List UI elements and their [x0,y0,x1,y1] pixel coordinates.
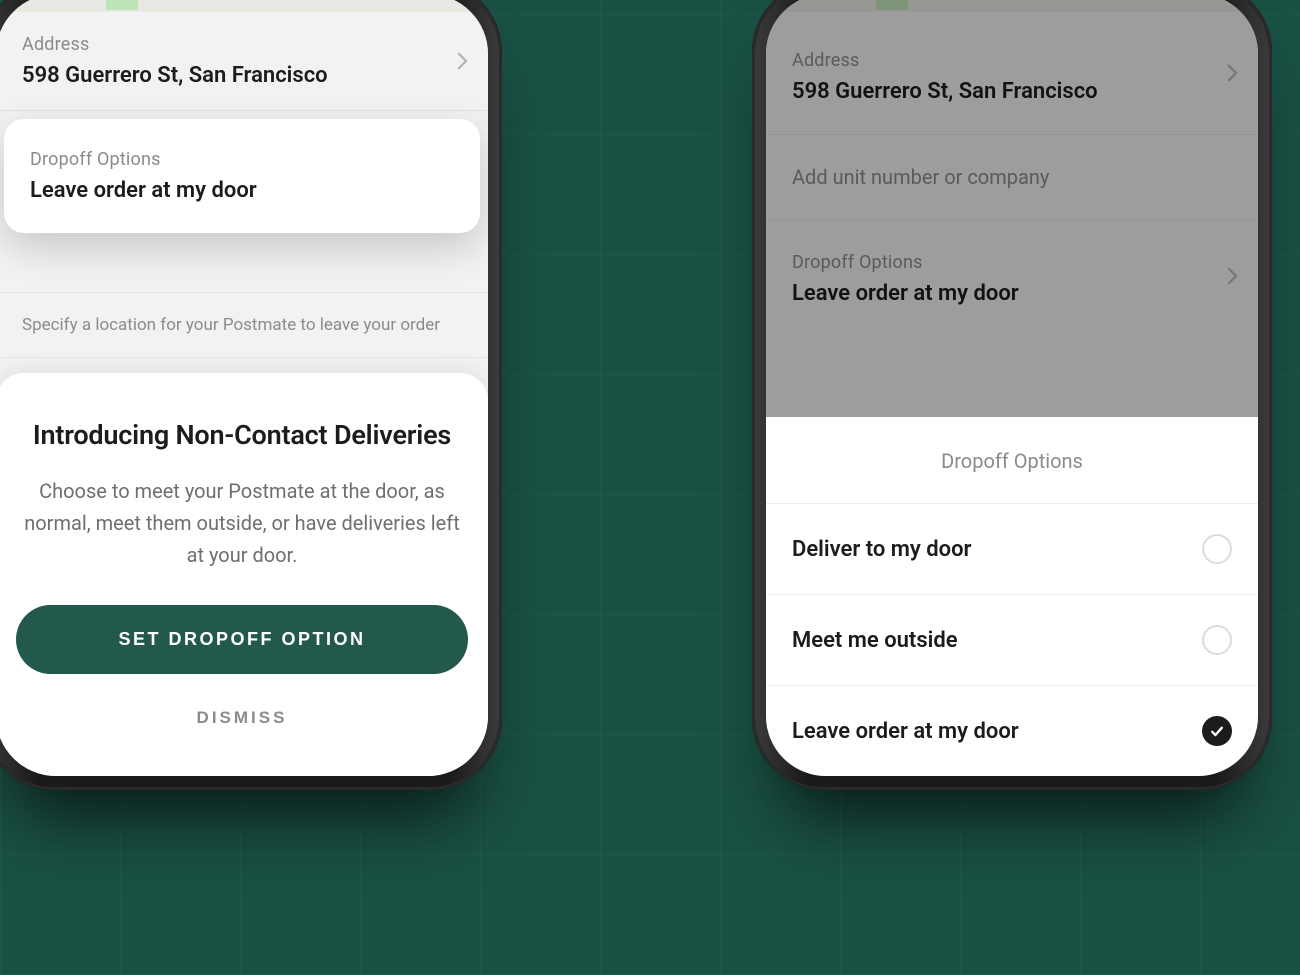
set-dropoff-option-button[interactable]: SET DROPOFF OPTION [16,605,468,674]
helper-text: Specify a location for your Postmate to … [22,315,440,335]
option-leave-order-at-door[interactable]: Leave order at my door [766,685,1258,776]
map-strip [0,0,488,12]
phone-screen: Address 598 Guerrero St, San Francisco A… [766,0,1258,776]
options-sheet-title: Dropoff Options [766,441,1258,503]
chevron-right-icon [457,52,468,70]
option-label: Deliver to my door [792,537,971,562]
option-meet-me-outside[interactable]: Meet me outside [766,594,1258,685]
radio-checked-icon [1202,716,1232,746]
address-row[interactable]: Address 598 Guerrero St, San Francisco [0,12,488,111]
option-label: Meet me outside [792,628,958,653]
dropoff-highlight-card[interactable]: Dropoff Options Leave order at my door [4,119,480,233]
phone-screen: Address 598 Guerrero St, San Francisco D… [0,0,488,776]
address-label: Address [22,34,462,55]
phone-left: Address 598 Guerrero St, San Francisco D… [0,0,502,790]
promo-title: Introducing Non-Contact Deliveries [16,419,468,451]
option-label: Leave order at my door [792,719,1019,744]
phone-right: Address 598 Guerrero St, San Francisco A… [752,0,1272,790]
radio-unchecked-icon [1202,625,1232,655]
address-value: 598 Guerrero St, San Francisco [22,63,462,88]
spacer-row [0,247,488,293]
promo-body: Choose to meet your Postmate at the door… [16,475,468,571]
dismiss-button[interactable]: DISMISS [16,700,468,736]
dropoff-label: Dropoff Options [30,149,454,170]
option-deliver-to-my-door[interactable]: Deliver to my door [766,503,1258,594]
radio-unchecked-icon [1202,534,1232,564]
promo-sheet: Introducing Non-Contact Deliveries Choos… [0,373,488,776]
dropoff-options-sheet: Dropoff Options Deliver to my door Meet … [766,417,1258,776]
left-underlay: Address 598 Guerrero St, San Francisco D… [0,0,488,358]
helper-text-row: Specify a location for your Postmate to … [0,293,488,358]
dropoff-value: Leave order at my door [30,178,454,203]
